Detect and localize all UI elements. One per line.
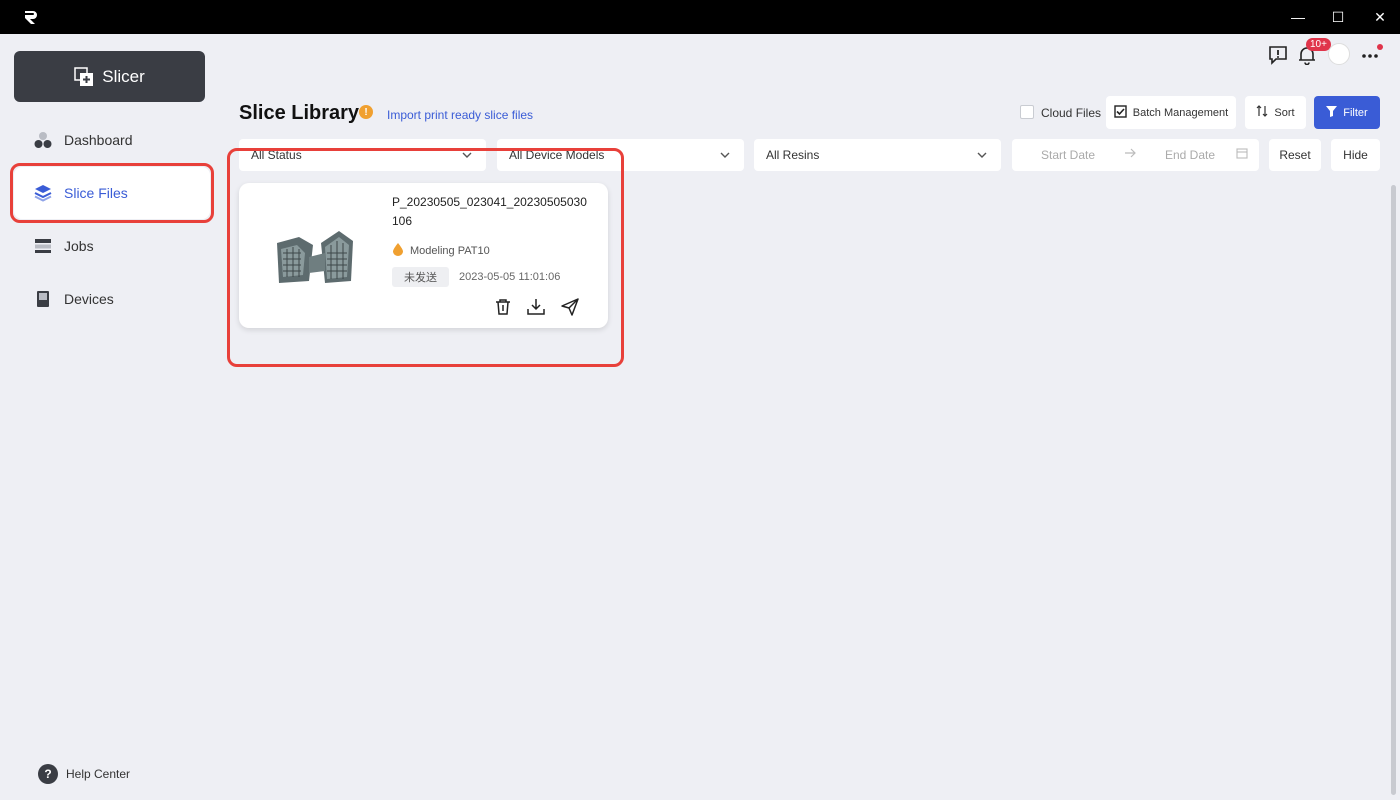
date-range-picker[interactable]: Start Date End Date bbox=[1012, 139, 1259, 171]
hide-button[interactable]: Hide bbox=[1331, 139, 1380, 171]
batch-icon bbox=[1114, 104, 1127, 121]
more-alert-dot bbox=[1377, 44, 1383, 50]
filter-icon bbox=[1326, 105, 1338, 120]
help-center-label: Help Center bbox=[66, 767, 131, 781]
sidebar-item-devices[interactable]: Devices bbox=[14, 273, 210, 325]
sidebar-item-label: Devices bbox=[64, 291, 114, 307]
help-icon: ? bbox=[38, 764, 58, 784]
notification-badge: 10+ bbox=[1306, 38, 1331, 51]
cloud-files-checkbox[interactable] bbox=[1020, 105, 1034, 119]
page-title: Slice Library bbox=[239, 102, 360, 124]
import-slice-files-link[interactable]: Import print ready slice files bbox=[387, 108, 533, 122]
chevron-down-icon bbox=[975, 148, 989, 162]
end-date-input[interactable]: End Date bbox=[1165, 148, 1215, 162]
start-date-input[interactable]: Start Date bbox=[1041, 148, 1095, 162]
close-button[interactable]: ✕ bbox=[1360, 0, 1400, 34]
cloud-files-label: Cloud Files bbox=[1041, 106, 1102, 120]
slicer-label: Slicer bbox=[102, 66, 145, 86]
annotation-slice-files bbox=[10, 163, 214, 223]
jobs-icon bbox=[34, 237, 52, 255]
device-icon bbox=[34, 290, 52, 308]
minimize-button[interactable]: — bbox=[1278, 0, 1318, 34]
reset-button[interactable]: Reset bbox=[1269, 139, 1321, 171]
help-center-link[interactable]: ? Help Center bbox=[38, 764, 130, 784]
info-icon[interactable]: ! bbox=[359, 105, 373, 119]
sidebar-item-dashboard[interactable]: Dashboard bbox=[14, 114, 210, 166]
sidebar-item-label: Jobs bbox=[64, 238, 94, 254]
sort-button[interactable]: Sort bbox=[1245, 96, 1306, 129]
slicer-button[interactable]: Slicer bbox=[14, 51, 205, 102]
sort-label: Sort bbox=[1274, 106, 1295, 119]
dashboard-icon bbox=[34, 131, 52, 149]
resins-select-value: All Resins bbox=[766, 148, 820, 162]
filter-label: Filter bbox=[1343, 106, 1368, 119]
arrow-right-icon bbox=[1124, 146, 1136, 163]
batch-management-button[interactable]: Batch Management bbox=[1106, 96, 1236, 129]
app-logo-icon bbox=[22, 8, 40, 26]
annotation-file-area bbox=[227, 148, 624, 367]
sidebar: Slicer Dashboard Slice Files Jobs Device… bbox=[0, 34, 220, 800]
batch-management-label: Batch Management bbox=[1132, 106, 1229, 119]
resins-select[interactable]: All Resins bbox=[754, 139, 1001, 171]
slicer-icon bbox=[74, 66, 94, 87]
maximize-button[interactable]: ☐ bbox=[1318, 0, 1358, 34]
chevron-down-icon bbox=[718, 148, 732, 162]
feedback-icon[interactable] bbox=[1267, 44, 1289, 66]
title-bar: — ☐ ✕ bbox=[0, 0, 1400, 34]
filter-button[interactable]: Filter bbox=[1314, 96, 1380, 129]
calendar-icon[interactable] bbox=[1236, 147, 1248, 162]
scrollbar[interactable] bbox=[1391, 185, 1396, 795]
sidebar-item-jobs[interactable]: Jobs bbox=[14, 220, 210, 272]
sidebar-item-label: Dashboard bbox=[64, 132, 133, 148]
sort-icon bbox=[1256, 105, 1268, 120]
avatar[interactable] bbox=[1328, 43, 1350, 65]
